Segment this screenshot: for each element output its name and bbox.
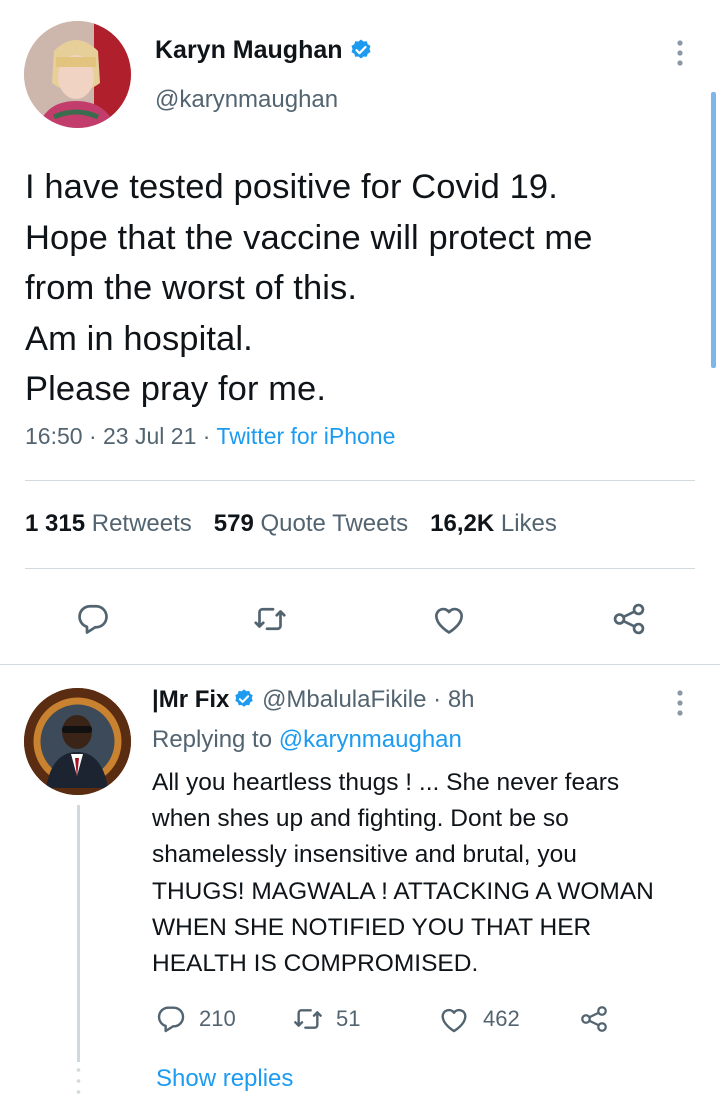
share-icon (581, 1006, 607, 1032)
reply-share-button[interactable] (578, 999, 610, 1039)
reply-author-name[interactable]: |Mr Fix (152, 686, 229, 713)
reply-button[interactable] (68, 594, 118, 644)
quote-tweets-count: 579 (213, 510, 254, 537)
quote-tweets-stat[interactable]: 579 Quote Tweets (214, 510, 408, 537)
replying-prefix: Replying to (152, 726, 273, 753)
author-avatar[interactable] (24, 21, 131, 128)
thread-more-dots-icon (75, 1066, 82, 1096)
retweets-label: Retweets (91, 510, 192, 537)
retweet-count: 51 (336, 1006, 361, 1031)
like-icon (441, 1008, 467, 1033)
reply-count: 210 (199, 1006, 236, 1031)
divider (25, 480, 695, 481)
retweet-button[interactable] (245, 594, 295, 644)
tweet-date[interactable]: 23 Jul 21 (103, 423, 196, 449)
likes-label: Likes (500, 510, 557, 537)
reply-age[interactable]: 8h (448, 686, 475, 713)
replying-to: Replying to @karynmaughan (152, 726, 462, 754)
tweet-time[interactable]: 16:50 (25, 423, 83, 449)
reply-icon (157, 1006, 185, 1033)
like-count: 462 (483, 1006, 520, 1031)
retweets-stat[interactable]: 1 315 Retweets (25, 510, 192, 537)
divider (0, 664, 720, 665)
verified-badge-icon (233, 688, 255, 717)
reply-retweet-button[interactable]: 51 (292, 999, 360, 1039)
share-button[interactable] (604, 594, 654, 644)
more-options-icon[interactable] (670, 688, 690, 718)
tweet-text: I have tested positive for Covid 19. Hop… (25, 168, 593, 408)
likes-count: 16,2K (430, 510, 495, 537)
replying-to-handle[interactable]: @karynmaughan (279, 726, 462, 753)
retweet-icon (254, 607, 286, 631)
retweets-count: 1 315 (25, 510, 86, 537)
tweet-meta: 16:50 · 23 Jul 21 · Twitter for iPhone (25, 423, 395, 450)
divider (25, 568, 695, 569)
profile-photo-icon (24, 21, 131, 128)
scrollbar[interactable] (711, 92, 716, 368)
reply-author-handle[interactable]: @MbalulaFikile (262, 686, 426, 713)
more-options-icon[interactable] (670, 38, 690, 68)
meta-separator: · (202, 423, 211, 449)
retweet-icon (294, 1009, 322, 1029)
like-icon (434, 607, 464, 634)
author-name[interactable]: Karyn Maughan (155, 36, 373, 69)
author-name-text[interactable]: Karyn Maughan (155, 36, 343, 64)
tweet-source-link[interactable]: Twitter for iPhone (216, 423, 395, 449)
reply-icon (78, 604, 108, 634)
author-handle[interactable]: @karynmaughan (155, 86, 338, 114)
likes-stat[interactable]: 16,2K Likes (430, 510, 557, 537)
meta-separator: · (433, 686, 442, 713)
tweet-stats: 1 315 Retweets 579 Quote Tweets 16,2K Like… (25, 510, 557, 538)
verified-badge-icon (349, 38, 373, 69)
reply-text: All you heartless thugs ! ... She never … (152, 769, 654, 978)
quote-tweets-label: Quote Tweets (260, 510, 409, 537)
meta-separator: · (88, 423, 97, 449)
show-replies-link[interactable]: Show replies (156, 1065, 293, 1093)
reply-reply-button[interactable]: 210 (155, 999, 236, 1039)
reply-header: |Mr Fix @MbalulaFikile · 8h (152, 686, 475, 717)
reply-like-button[interactable]: 462 (437, 999, 520, 1039)
like-button[interactable] (424, 594, 474, 644)
share-icon (613, 603, 645, 635)
reply-author-avatar[interactable] (24, 688, 131, 795)
profile-photo-icon (24, 688, 131, 795)
thread-line (77, 805, 80, 1062)
